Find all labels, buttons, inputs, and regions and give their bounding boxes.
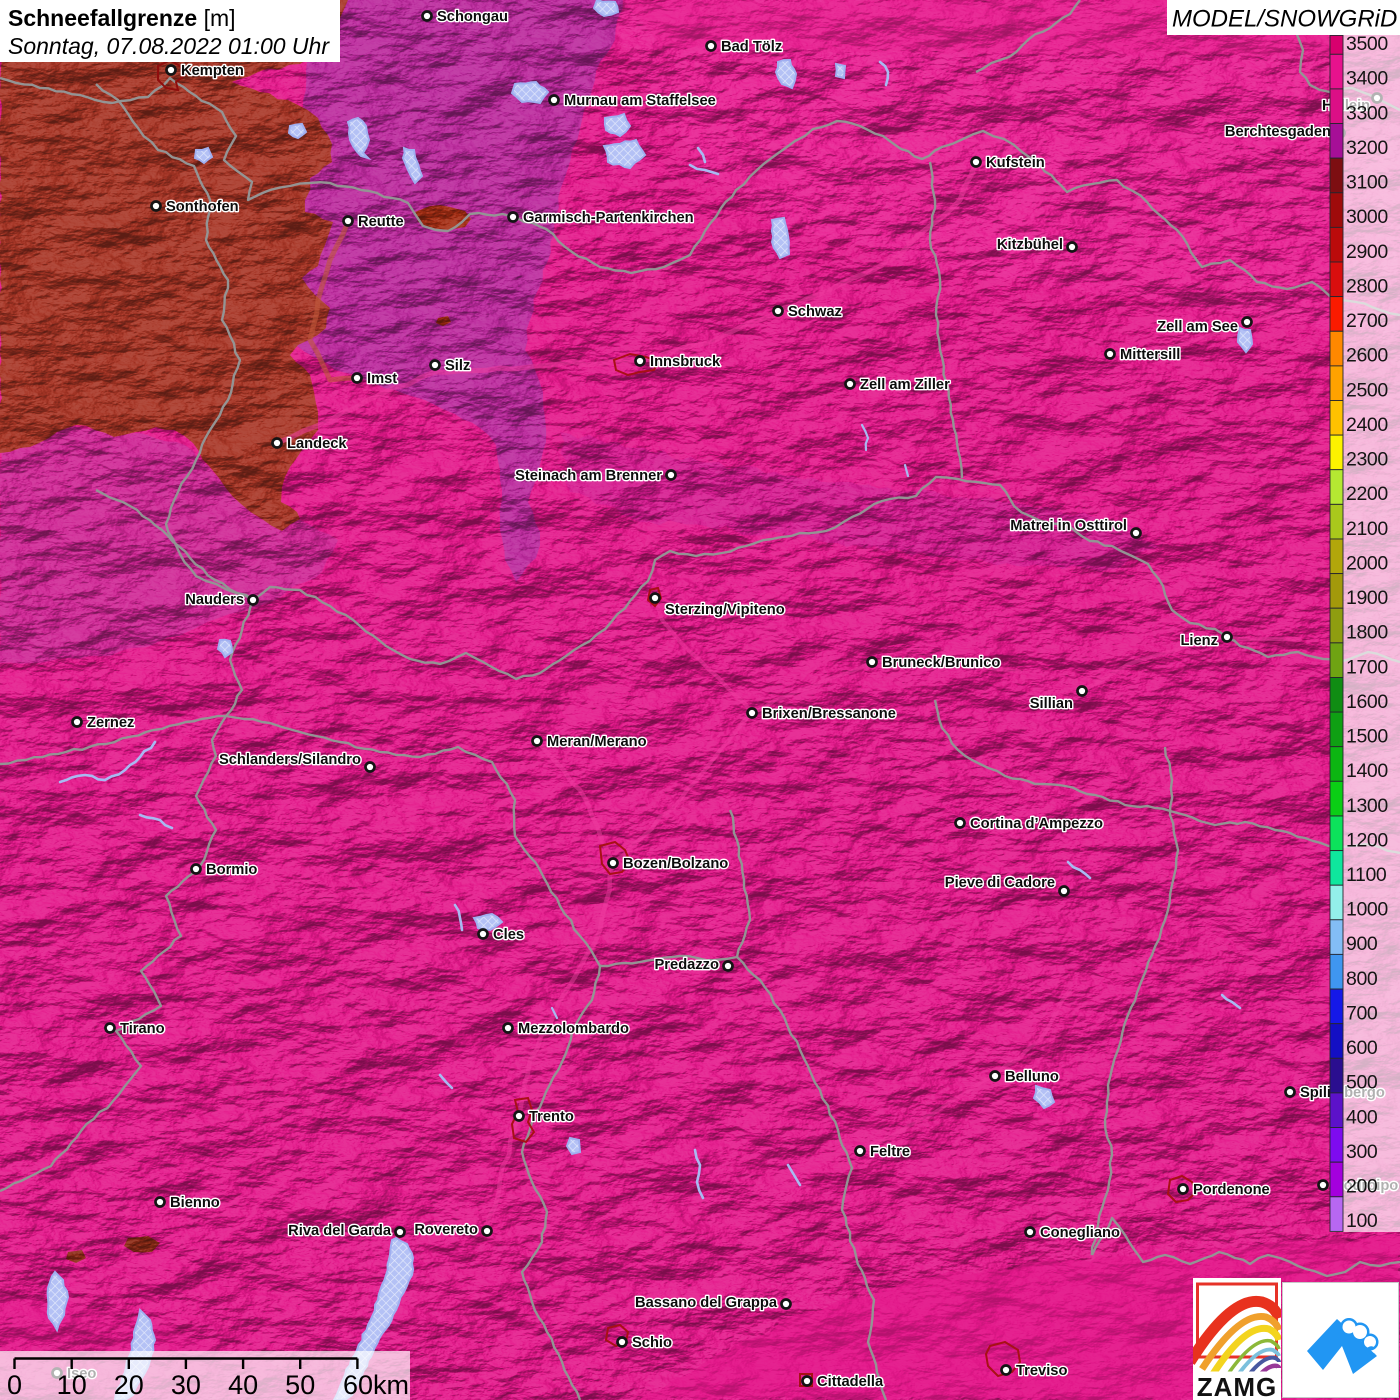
svg-text:Bad Tölz: Bad Tölz: [721, 39, 782, 55]
svg-text:Murnau am Staffelsee: Murnau am Staffelsee: [564, 93, 716, 109]
svg-text:Schio: Schio: [632, 1335, 672, 1351]
svg-text:1300: 1300: [1346, 795, 1388, 817]
svg-text:Zell am Ziller: Zell am Ziller: [860, 377, 950, 393]
svg-text:Innsbruck: Innsbruck: [650, 354, 721, 370]
svg-text:Cittadella: Cittadella: [817, 1374, 884, 1390]
svg-text:Treviso: Treviso: [1016, 1363, 1067, 1379]
svg-text:Garmisch-Partenkirchen: Garmisch-Partenkirchen: [523, 210, 694, 226]
svg-text:Mezzolombardo: Mezzolombardo: [518, 1021, 629, 1037]
svg-text:1100: 1100: [1346, 864, 1387, 886]
svg-text:2200: 2200: [1346, 483, 1388, 505]
svg-text:1700: 1700: [1346, 656, 1388, 678]
svg-text:Sonntag, 07.08.2022 01:00 Uhr: Sonntag, 07.08.2022 01:00 Uhr: [8, 33, 330, 59]
svg-text:Bruneck/Brunico: Bruneck/Brunico: [882, 655, 1000, 671]
svg-text:Mittersill: Mittersill: [1120, 347, 1180, 363]
svg-text:Rovereto: Rovereto: [414, 1222, 478, 1238]
svg-text:Steinach am Brenner: Steinach am Brenner: [515, 468, 662, 484]
svg-text:Zell am See: Zell am See: [1157, 319, 1238, 335]
svg-text:Belluno: Belluno: [1005, 1069, 1059, 1085]
svg-text:2800: 2800: [1346, 275, 1388, 297]
svg-text:300: 300: [1346, 1141, 1378, 1163]
svg-text:Kempten: Kempten: [181, 63, 244, 79]
svg-text:3000: 3000: [1346, 206, 1388, 228]
svg-text:1000: 1000: [1346, 899, 1388, 921]
svg-text:Schlanders/Silandro: Schlanders/Silandro: [219, 752, 361, 768]
svg-text:100: 100: [1346, 1210, 1378, 1232]
svg-text:30: 30: [171, 1370, 201, 1400]
svg-text:600: 600: [1346, 1037, 1378, 1059]
svg-text:400: 400: [1346, 1106, 1378, 1128]
svg-text:2000: 2000: [1346, 552, 1388, 574]
svg-text:2100: 2100: [1346, 518, 1388, 540]
svg-text:40: 40: [228, 1370, 258, 1400]
svg-text:Nauders: Nauders: [185, 592, 244, 608]
svg-text:1800: 1800: [1346, 622, 1388, 644]
svg-text:1600: 1600: [1346, 691, 1388, 713]
svg-text:Bozen/Bolzano: Bozen/Bolzano: [623, 856, 728, 872]
svg-text:Conegliano: Conegliano: [1040, 1225, 1120, 1241]
svg-text:0: 0: [7, 1370, 22, 1400]
svg-text:20: 20: [114, 1370, 144, 1400]
svg-text:1200: 1200: [1346, 829, 1388, 851]
svg-text:50: 50: [285, 1370, 315, 1400]
svg-text:500: 500: [1346, 1072, 1378, 1094]
svg-text:Schneefallgrenze [m]: Schneefallgrenze [m]: [8, 5, 236, 31]
svg-text:3200: 3200: [1346, 137, 1388, 159]
svg-text:Pordenone: Pordenone: [1193, 1182, 1270, 1198]
svg-text:800: 800: [1346, 968, 1378, 990]
svg-text:3300: 3300: [1346, 102, 1388, 124]
svg-text:3400: 3400: [1346, 68, 1388, 90]
svg-text:1400: 1400: [1346, 760, 1388, 782]
svg-text:Kufstein: Kufstein: [986, 155, 1045, 171]
svg-text:Matrei in Osttirol: Matrei in Osttirol: [1010, 518, 1127, 534]
svg-text:Sterzing/Vipiteno: Sterzing/Vipiteno: [665, 602, 785, 618]
svg-text:Sonthofen: Sonthofen: [166, 199, 239, 215]
svg-text:Zernez: Zernez: [87, 715, 134, 731]
svg-text:Brixen/Bressanone: Brixen/Bressanone: [762, 706, 896, 722]
svg-text:Imst: Imst: [367, 371, 397, 387]
svg-text:Cles: Cles: [493, 927, 524, 943]
svg-text:ZAMG: ZAMG: [1197, 1372, 1278, 1400]
svg-text:Predazzo: Predazzo: [655, 957, 720, 973]
svg-text:Bassano del Grappa: Bassano del Grappa: [635, 1295, 778, 1311]
svg-text:2400: 2400: [1346, 414, 1388, 436]
svg-text:3500: 3500: [1346, 33, 1388, 55]
svg-text:Cortina d’Ampezzo: Cortina d’Ampezzo: [970, 816, 1103, 832]
svg-text:Reutte: Reutte: [358, 214, 404, 230]
svg-text:Schongau: Schongau: [437, 9, 508, 25]
svg-text:Pieve di Cadore: Pieve di Cadore: [945, 875, 1055, 891]
svg-text:60km: 60km: [343, 1370, 409, 1400]
svg-text:Feltre: Feltre: [870, 1144, 910, 1160]
svg-text:2700: 2700: [1346, 310, 1388, 332]
svg-text:3100: 3100: [1346, 172, 1388, 194]
svg-text:Lienz: Lienz: [1180, 633, 1218, 649]
svg-text:Schwaz: Schwaz: [788, 304, 842, 320]
svg-text:900: 900: [1346, 933, 1378, 955]
svg-text:Kitzbühel: Kitzbühel: [997, 237, 1063, 253]
svg-text:2300: 2300: [1346, 449, 1388, 471]
svg-text:Landeck: Landeck: [287, 436, 347, 452]
svg-text:Bienno: Bienno: [170, 1195, 220, 1211]
svg-text:Berchtesgaden: Berchtesgaden: [1225, 124, 1331, 140]
svg-text:10: 10: [57, 1370, 87, 1400]
svg-text:Silz: Silz: [445, 358, 470, 374]
svg-text:1900: 1900: [1346, 587, 1388, 609]
svg-text:1500: 1500: [1346, 726, 1388, 748]
svg-text:200: 200: [1346, 1176, 1378, 1198]
svg-text:2500: 2500: [1346, 379, 1388, 401]
svg-text:Sillian: Sillian: [1030, 696, 1073, 712]
svg-text:2900: 2900: [1346, 241, 1388, 263]
svg-text:700: 700: [1346, 1003, 1378, 1025]
svg-text:Bormio: Bormio: [206, 862, 257, 878]
svg-text:Meran/Merano: Meran/Merano: [547, 734, 647, 750]
svg-text:MODEL/SNOWGRiD: MODEL/SNOWGRiD: [1172, 6, 1397, 33]
svg-text:2600: 2600: [1346, 345, 1388, 367]
svg-text:Riva del Garda: Riva del Garda: [288, 1223, 392, 1239]
svg-text:Trento: Trento: [529, 1109, 574, 1125]
svg-text:Tirano: Tirano: [120, 1021, 165, 1037]
